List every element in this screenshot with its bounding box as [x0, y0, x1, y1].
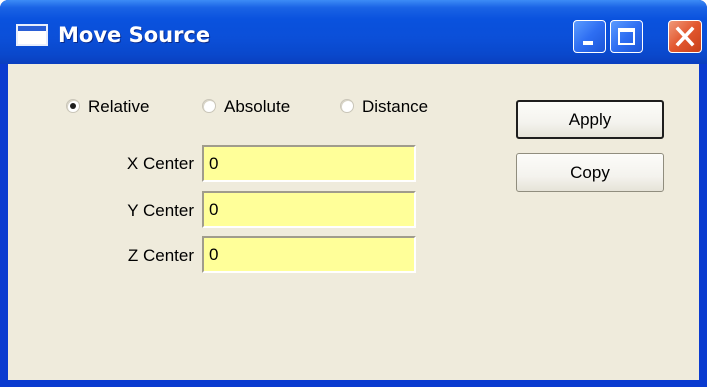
x-center-input[interactable] — [202, 145, 416, 182]
radio-checked-icon — [66, 99, 80, 113]
minimize-icon — [583, 41, 593, 45]
minimize-button[interactable] — [573, 20, 606, 53]
x-center-label: X Center — [126, 154, 194, 173]
radio-absolute-label: Absolute — [224, 97, 291, 116]
window-title: Move Source — [58, 23, 211, 47]
title-bar[interactable]: Move Source — [0, 0, 707, 64]
maximize-icon — [618, 28, 635, 45]
y-center-input[interactable] — [202, 191, 416, 228]
apply-button[interactable]: Apply — [516, 100, 664, 139]
copy-button[interactable]: Copy — [516, 153, 664, 192]
z-center-label: Z Center — [127, 246, 194, 265]
radio-relative-label: Relative — [88, 97, 150, 116]
z-center-input[interactable] — [202, 236, 416, 273]
radio-unchecked-icon — [202, 99, 216, 113]
radio-unchecked-icon — [340, 99, 354, 113]
window-icon — [16, 24, 48, 46]
close-icon — [675, 26, 695, 47]
radio-distance-label: Distance — [362, 97, 429, 116]
y-center-label: Y Center — [127, 201, 194, 220]
close-button[interactable] — [668, 20, 702, 53]
dialog-client-area: Relative Absolute Distance X Center Y Ce… — [8, 64, 699, 380]
move-source-window: Move Source Relative Absolute Distance X… — [0, 0, 707, 387]
maximize-button[interactable] — [610, 20, 643, 53]
